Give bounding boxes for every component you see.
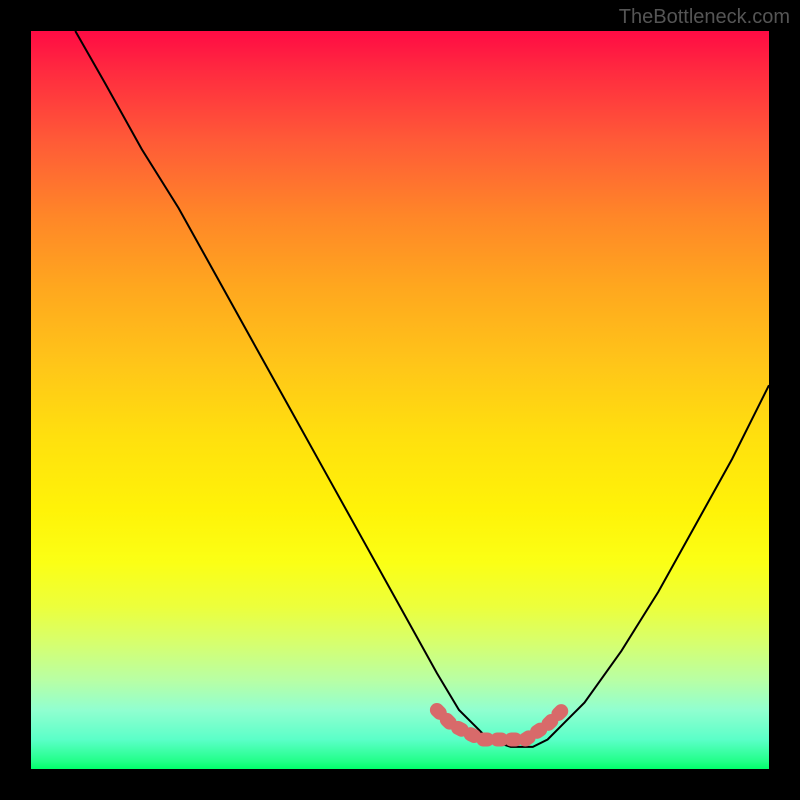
curve-path bbox=[75, 31, 769, 747]
watermark-text: TheBottleneck.com bbox=[619, 6, 790, 29]
bottom-marker-path bbox=[437, 710, 563, 740]
chart-plot-area bbox=[31, 31, 769, 769]
chart-svg bbox=[31, 31, 769, 769]
